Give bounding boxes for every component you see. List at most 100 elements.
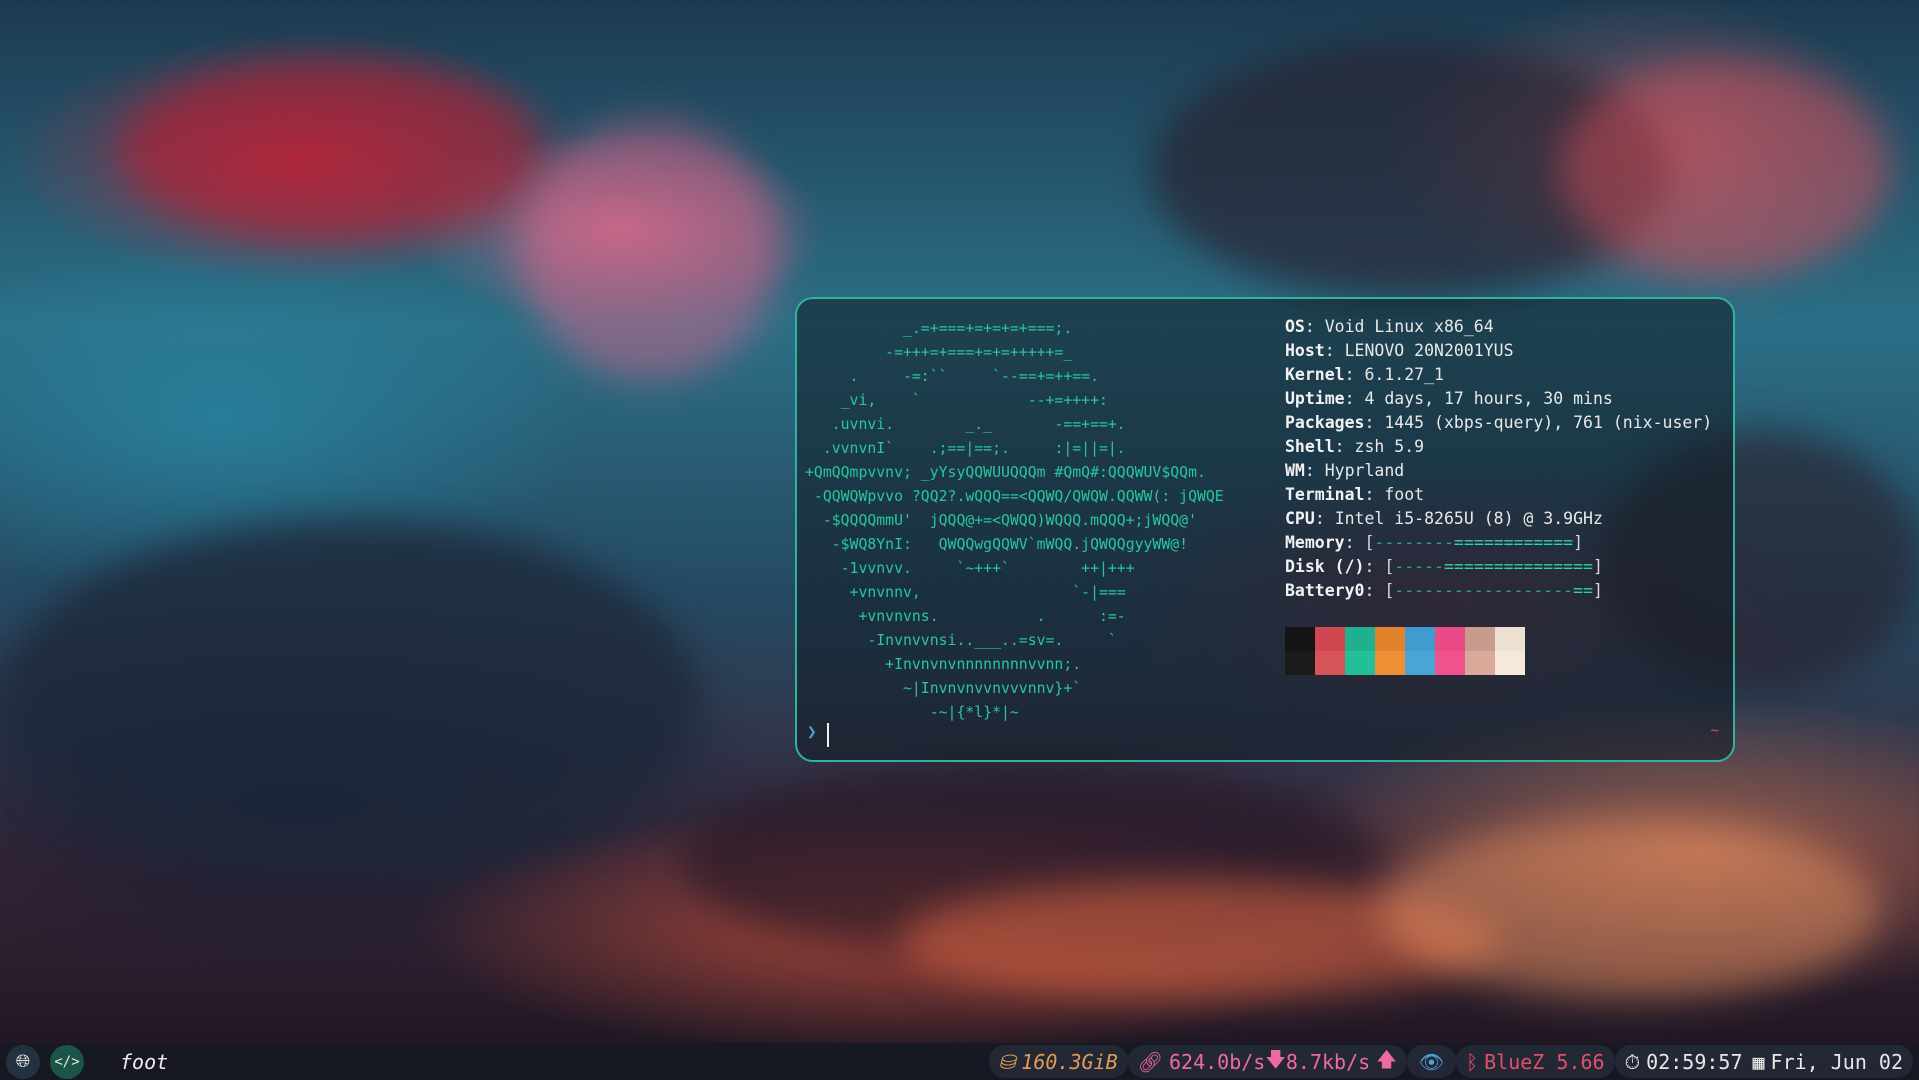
taskbar: 🌐︎ </> foot ⛁ 160.3GiB 🔗︎ 624.0b/s 🡇 8.7… [0,1043,1919,1080]
info-key: WM [1285,461,1305,480]
color-swatch [1375,651,1405,675]
bluetooth-label: BlueZ 5.66 [1484,1049,1605,1074]
info-value: LENOVO 20N2001YUS [1344,341,1514,360]
info-row: OS: Void Linux x86_64 [1285,317,1494,336]
color-swatch [1435,651,1465,675]
info-key: Memory [1285,533,1345,552]
info-value: 1445 (xbps-query), 761 (nix-user) [1384,413,1713,432]
info-value: Intel i5-8265U (8) @ 3.9GHz [1334,509,1603,528]
info-key: Host [1285,341,1325,360]
info-key: CPU [1285,509,1315,528]
info-value: 6.1.27_1 [1364,365,1444,384]
network-module[interactable]: 🔗︎ 624.0b/s 🡇 8.7kb/s 🡅 [1127,1045,1407,1078]
calendar-icon: ▦ [1752,1049,1765,1074]
ascii-line: .vvnvnI` .;==|==;. :|=||=|. [805,440,1126,457]
info-bar-row: Battery0: [------------------==] [1285,581,1603,600]
info-key: Shell [1285,437,1335,456]
info-key: Packages [1285,413,1365,432]
down-arrow-icon: 🡇 [1265,1046,1286,1071]
ascii-line: .uvnvi. _._ -==+==+. [805,416,1126,433]
wallpaper-cloud [120,60,540,240]
disk-module[interactable]: ⛁ 160.3GiB [988,1045,1128,1078]
info-key: Uptime [1285,389,1345,408]
info-bar-row: Memory: [--------============] [1285,533,1584,552]
bluetooth-module[interactable]: ᛒ BlueZ 5.66 [1456,1045,1615,1078]
code-icon[interactable]: </> [50,1044,84,1079]
info-key: Battery0 [1285,581,1365,600]
color-swatch [1345,627,1375,651]
info-row: Host: LENOVO 20N2001YUS [1285,341,1514,360]
status-modules: ⛁ 160.3GiB 🔗︎ 624.0b/s 🡇 8.7kb/s 🡅 👁︎ ᛒ … [988,1045,1913,1078]
drive-icon: ⛁ [998,1049,1016,1074]
color-swatch [1375,627,1405,651]
ascii-line: +vnvnnv, `-|=== [805,584,1126,601]
ascii-line: ~|Invnvnvvnvvvnnv}+` [805,680,1082,697]
ascii-line: -~|{*l}*|~ [805,704,1019,721]
ascii-line: -Invnvvnsi..___..=sv=. ` [805,632,1117,649]
color-palette [1285,627,1525,675]
ascii-line: -$WQ8YnI: QWQQwgQQWV`mWQQ.jQWQQgyyWW@! [805,536,1189,553]
ascii-logo: _.=+===+=+=+=+===;. -=+++=+===+=+=+++++=… [805,317,1225,725]
clock-icon: ⏱︎ [1624,1049,1641,1074]
wallpaper-cloud [520,120,780,380]
net-down: 8.7kb/s [1285,1049,1371,1074]
color-swatch [1405,627,1435,651]
wallpaper-cloud [1380,820,1880,1000]
info-row: Shell: zsh 5.9 [1285,437,1425,456]
info-key: Terminal [1285,485,1365,504]
globe-icon[interactable]: 🌐︎ [6,1044,40,1079]
ascii-line: -1vvnvv. `~+++` ++|+++ [805,560,1135,577]
info-value: 4 days, 17 hours, 30 mins [1364,389,1613,408]
prompt-symbol: ❯ [807,722,817,741]
color-swatch [1405,651,1435,675]
color-swatch [1495,651,1525,675]
info-key: Disk (/) [1285,557,1365,576]
color-swatch [1345,651,1375,675]
terminal-window[interactable]: _.=+===+=+=+=+===;. -=+++=+===+=+=+++++=… [795,297,1735,762]
color-swatch [1435,627,1465,651]
info-row: Uptime: 4 days, 17 hours, 30 mins [1285,389,1613,408]
text-cursor[interactable] [827,723,829,747]
ascii-line: -=+++=+===+=+=+++++=_ [805,344,1073,361]
info-value: zsh 5.9 [1354,437,1425,456]
info-row: Packages: 1445 (xbps-query), 761 (nix-us… [1285,413,1713,432]
clock-date: Fri, Jun 02 [1770,1049,1903,1074]
info-key: OS [1285,317,1305,336]
ascii-line: _.=+===+=+=+=+===;. [805,320,1073,337]
ascii-line: . -=:`` `--==+=++==. [805,368,1099,385]
info-row: CPU: Intel i5-8265U (8) @ 3.9GHz [1285,509,1603,528]
net-up: 624.0b/s [1169,1049,1266,1074]
link-icon: 🔗︎ [1137,1049,1163,1074]
info-row: Terminal: foot [1285,485,1425,504]
right-prompt: ~ [1710,723,1719,739]
ascii-line: -$QQQQmmU' jQQQ@+=<QWQQ)WQQQ.mQQQ+;jWQQ@… [805,512,1197,529]
color-swatch [1465,651,1495,675]
clock-module[interactable]: ⏱︎ 02:59:57 ▦ Fri, Jun 02 [1614,1045,1913,1078]
wallpaper-cloud [1560,60,1890,280]
up-arrow-icon: 🡅 [1376,1046,1397,1071]
color-swatch [1495,627,1525,651]
window-title: foot [120,1049,169,1074]
info-value: Void Linux x86_64 [1324,317,1494,336]
info-bar-row: Disk (/): [-----===============] [1285,557,1603,576]
color-swatch [1465,627,1495,651]
info-value: Hyprland [1324,461,1405,480]
info-key: Kernel [1285,365,1345,384]
disk-free: 160.3GiB [1021,1049,1118,1074]
ascii-line: +QmQQmpvvnv; _yYsyQQWUUQQQm #QmQ#:QQQWUV… [805,464,1206,481]
ascii-line: _vi, ` --+=++++: [805,392,1108,409]
info-value: foot [1384,485,1425,504]
ascii-line: +vnvnvns. . :=- [805,608,1126,625]
color-swatch [1285,651,1315,675]
color-swatch [1315,651,1345,675]
info-row: WM: Hyprland [1285,461,1405,480]
color-swatch [1315,627,1345,651]
ascii-line: +Invnvnvnnnnnnnnvvnn;. [805,656,1082,673]
bluetooth-icon: ᛒ [1466,1049,1479,1074]
eye-icon[interactable]: 👁︎ [1406,1045,1457,1078]
color-swatch [1285,627,1315,651]
ascii-line: -QQWQWpvvo ?QQ2?.wQQQ==<QQWQ/QWQW.QQWW(:… [805,488,1224,505]
wallpaper-cloud [0,520,700,880]
clock-time: 02:59:57 [1646,1049,1743,1074]
system-info: OS: Void Linux x86_64 Host: LENOVO 20N200… [1285,315,1725,603]
